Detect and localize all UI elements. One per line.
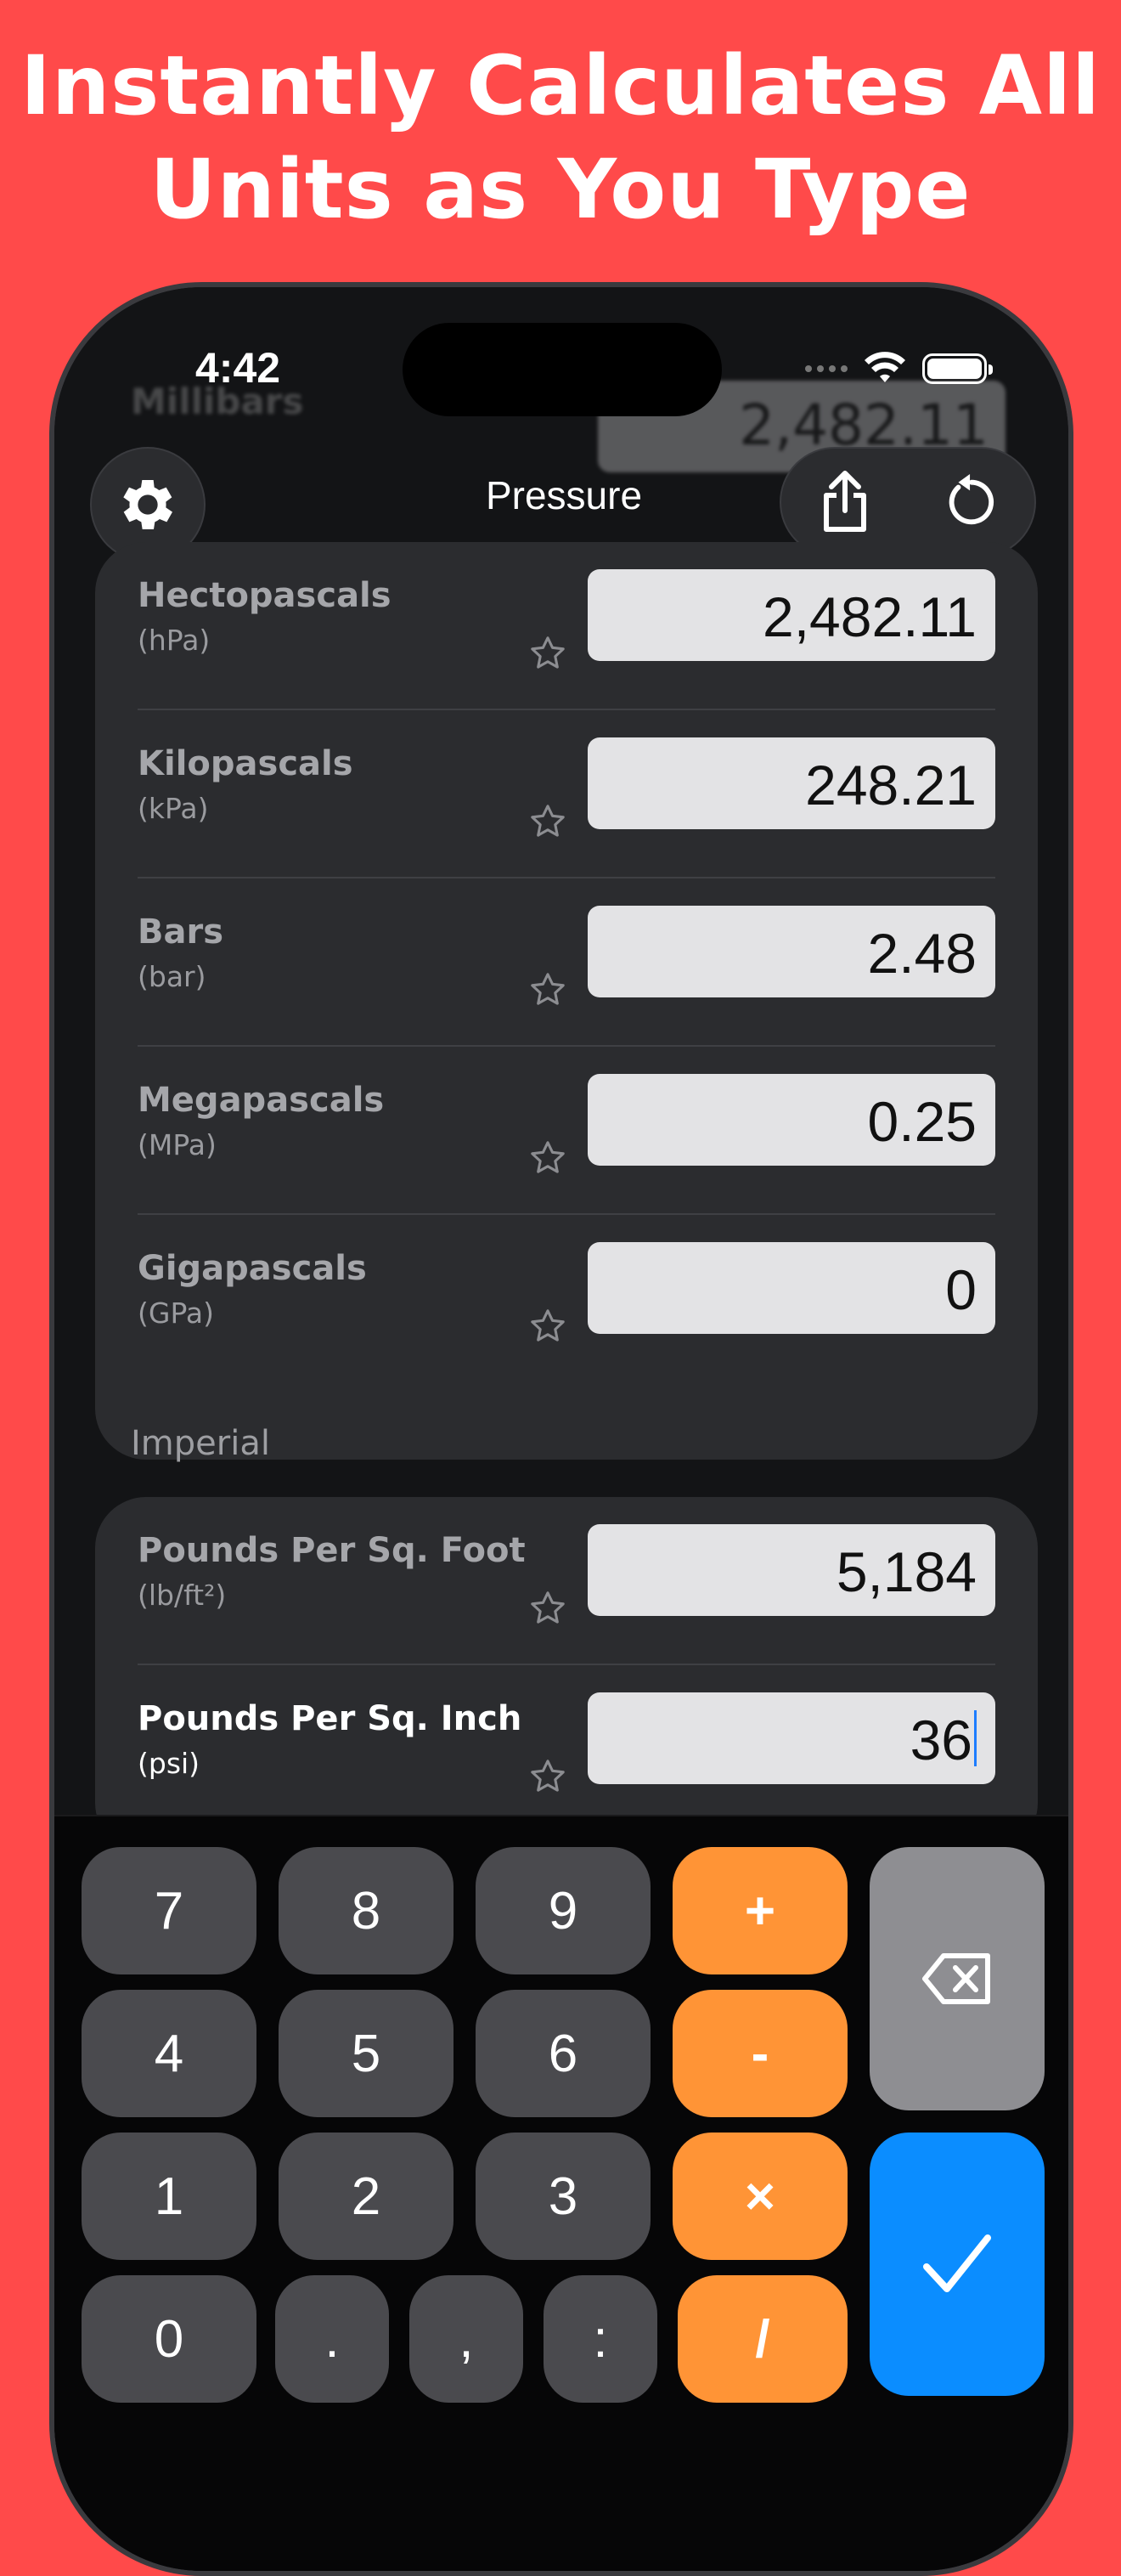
key-colon[interactable]: :: [544, 2275, 657, 2403]
imperial-units-card: Pounds Per Sq. Foot (lb/ft²) 5,184 Pound…: [95, 1497, 1038, 1854]
unit-abbr: (GPa): [138, 1296, 214, 1330]
active-value-field[interactable]: 36: [588, 1692, 995, 1784]
unit-row-gigapascals[interactable]: Gigapascals (GPa) 0: [138, 1215, 995, 1383]
key-2[interactable]: 2: [279, 2133, 453, 2260]
favorite-star-icon[interactable]: [528, 1757, 567, 1796]
value-field[interactable]: 0.25: [588, 1074, 995, 1166]
header-actions: [780, 447, 1036, 557]
value-field[interactable]: 5,184: [588, 1524, 995, 1616]
value-field[interactable]: 248.21: [588, 737, 995, 829]
phone-frame: Millibars 2,482.11 4:42 Pressure Hectopa…: [49, 282, 1073, 2576]
backspace-button[interactable]: [870, 1847, 1045, 2110]
key-comma[interactable]: ,: [409, 2275, 523, 2403]
value-field[interactable]: 0: [588, 1242, 995, 1334]
key-multiply[interactable]: ×: [673, 2133, 848, 2260]
unit-name: Pounds Per Sq. Inch: [138, 1699, 522, 1738]
battery-icon: [922, 353, 993, 384]
key-5[interactable]: 5: [279, 1990, 453, 2117]
dynamic-island: [403, 323, 722, 416]
status-time: 4:42: [195, 344, 281, 392]
key-1[interactable]: 1: [82, 2133, 256, 2260]
share-icon: [823, 471, 866, 532]
gear-icon: [123, 480, 172, 529]
key-0[interactable]: 0: [82, 2275, 256, 2403]
key-6[interactable]: 6: [476, 1990, 651, 2117]
confirm-button[interactable]: [870, 2133, 1045, 2396]
favorite-star-icon[interactable]: [528, 1138, 567, 1178]
unit-abbr: (lb/ft²): [138, 1579, 227, 1612]
key-plus[interactable]: +: [673, 1847, 848, 1974]
unit-row-megapascals[interactable]: Megapascals (MPa) 0.25: [138, 1047, 995, 1215]
signal-dots-icon: [805, 365, 848, 372]
metric-units-card: Hectopascals (hPa) 2,482.11 Kilopascals …: [95, 542, 1038, 1460]
favorite-star-icon[interactable]: [528, 1589, 567, 1628]
unit-name: Hectopascals: [138, 576, 392, 615]
unit-abbr: (psi): [138, 1747, 200, 1780]
unit-row-pounds-per-sq-inch[interactable]: Pounds Per Sq. Inch (psi) 36: [138, 1665, 995, 1833]
unit-row-hectopascals[interactable]: Hectopascals (hPa) 2,482.11: [138, 542, 995, 710]
page-title: Pressure: [485, 473, 643, 517]
key-8[interactable]: 8: [279, 1847, 453, 1974]
unit-row-bars[interactable]: Bars (bar) 2.48: [138, 878, 995, 1047]
unit-name: Kilopascals: [138, 744, 353, 783]
key-minus[interactable]: -: [673, 1990, 848, 2117]
unit-row-pounds-per-sq-foot[interactable]: Pounds Per Sq. Foot (lb/ft²) 5,184: [138, 1497, 995, 1665]
section-label-imperial: Imperial: [131, 1424, 270, 1463]
reset-icon: [949, 474, 994, 525]
key-4[interactable]: 4: [82, 1990, 256, 2117]
unit-row-kilopascals[interactable]: Kilopascals (kPa) 248.21: [138, 710, 995, 878]
key-divide[interactable]: /: [678, 2275, 848, 2403]
key-9[interactable]: 9: [476, 1847, 651, 1974]
favorite-star-icon[interactable]: [528, 802, 567, 841]
unit-name: Megapascals: [138, 1081, 385, 1120]
headline-line-2: Units as You Type: [149, 142, 972, 237]
key-3[interactable]: 3: [476, 2133, 651, 2260]
unit-name: Pounds Per Sq. Foot: [138, 1531, 526, 1570]
active-value-text: 36: [910, 1709, 972, 1771]
favorite-star-icon[interactable]: [528, 1307, 567, 1346]
share-button[interactable]: [803, 460, 887, 545]
favorite-star-icon[interactable]: [528, 634, 567, 673]
unit-abbr: (hPa): [138, 624, 211, 657]
unit-name: Bars: [138, 912, 224, 952]
text-cursor: [974, 1710, 977, 1766]
unit-name: Gigapascals: [138, 1249, 367, 1288]
promo-headline: Instantly Calculates All Units as You Ty…: [0, 34, 1121, 241]
wifi-icon: [865, 352, 905, 382]
value-field[interactable]: 2,482.11: [588, 569, 995, 661]
numeric-keypad: 7 8 9 + 4 5 6 - 1 2 3 × 0 . ,: /: [54, 1815, 1068, 2571]
key-decimal-point[interactable]: .: [275, 2275, 389, 2403]
status-icons: [800, 350, 993, 387]
headline-line-1: Instantly Calculates All: [20, 38, 1101, 133]
unit-abbr: (MPa): [138, 1128, 217, 1161]
checkmark-icon: [923, 2234, 991, 2292]
unit-abbr: (bar): [138, 960, 206, 993]
backspace-icon: [922, 1953, 990, 2004]
key-7[interactable]: 7: [82, 1847, 256, 1974]
reset-button[interactable]: [929, 460, 1014, 545]
app-screen: Millibars 2,482.11 4:42 Pressure Hectopa…: [54, 287, 1068, 2571]
value-field[interactable]: 2.48: [588, 906, 995, 997]
favorite-star-icon[interactable]: [528, 970, 567, 1009]
unit-abbr: (kPa): [138, 792, 209, 825]
